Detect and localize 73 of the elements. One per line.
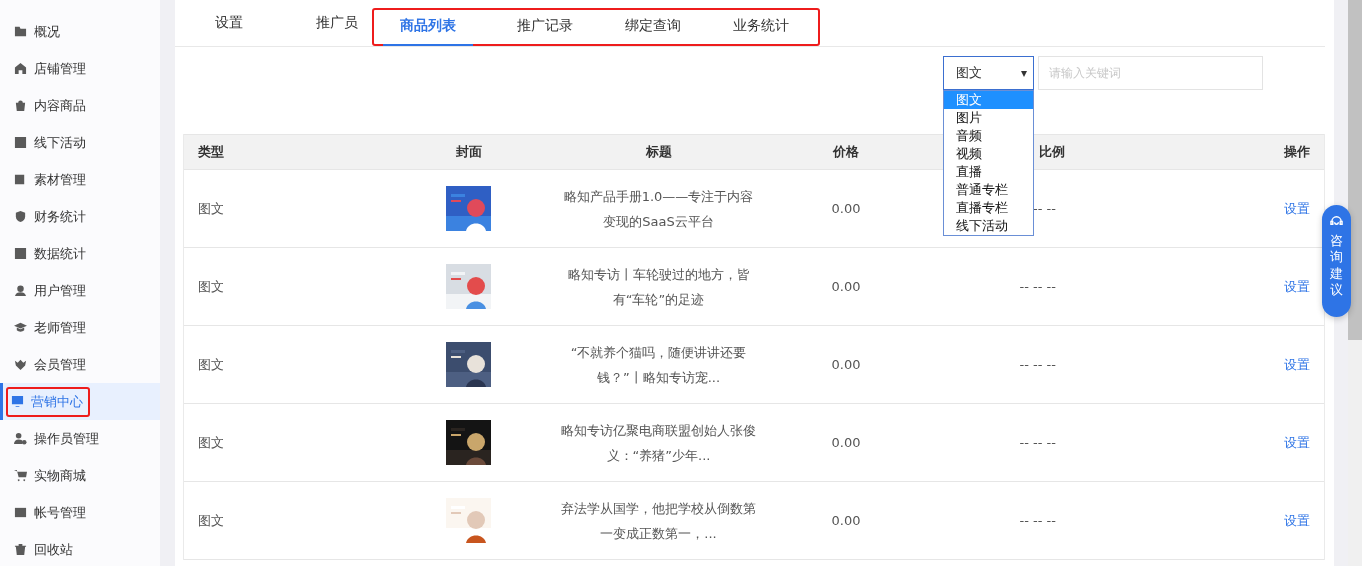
folder-icon xyxy=(14,25,27,38)
settings-link[interactable]: 设置 xyxy=(1284,278,1310,294)
monitor-icon xyxy=(11,395,24,408)
sidebar-item[interactable]: 实物商城 xyxy=(0,457,160,494)
sidebar-item[interactable]: 数据统计 xyxy=(0,235,160,272)
table-cell: -- -- -- xyxy=(1019,435,1056,450)
dropdown-option[interactable]: 图片 xyxy=(944,109,1033,127)
tab[interactable]: 业务统计 xyxy=(707,8,815,44)
cart-icon xyxy=(14,469,27,482)
table-cell: -- -- -- xyxy=(1019,513,1056,528)
settings-link[interactable]: 设置 xyxy=(1284,512,1310,528)
shield-icon xyxy=(14,210,27,223)
house-icon xyxy=(14,62,27,75)
sidebar-item[interactable]: 用户管理 xyxy=(0,272,160,309)
tab[interactable]: 设置 xyxy=(175,0,283,46)
dropdown-option[interactable]: 音频 xyxy=(944,127,1033,145)
table-cell-text: 图文 xyxy=(197,433,225,452)
column-header: 价格 xyxy=(833,144,859,159)
settings-link[interactable]: 设置 xyxy=(1284,200,1310,216)
dropdown-option[interactable]: 视频 xyxy=(944,145,1033,163)
table-cell: -- -- -- xyxy=(1019,279,1056,294)
column-header: 操作 xyxy=(1284,144,1310,159)
table-cell-text: 0.00 xyxy=(830,513,862,528)
scrollbar-thumb[interactable] xyxy=(1348,0,1362,340)
bag-icon xyxy=(14,99,27,112)
table-cell-text: 略知专访亿聚电商联盟创始人张俊义：“养猪”少年... xyxy=(560,421,757,465)
sidebar-item[interactable]: 线下活动 xyxy=(0,124,160,161)
sidebar-item[interactable]: 老师管理 xyxy=(0,309,160,346)
table-cell-text: 图文 xyxy=(197,355,225,374)
settings-link[interactable]: 设置 xyxy=(1284,356,1310,372)
sidebar-item[interactable]: 营销中心 xyxy=(0,383,160,420)
user-icon xyxy=(14,284,27,297)
usergear-icon xyxy=(14,432,27,445)
table-cell-text: 图文 xyxy=(197,511,225,530)
tab[interactable]: 商品列表 xyxy=(383,8,473,46)
crown-icon xyxy=(14,358,27,371)
tab[interactable]: 推广记录 xyxy=(491,8,599,44)
tab[interactable]: 绑定查询 xyxy=(599,8,707,44)
sidebar-item[interactable]: 回收站 xyxy=(0,531,160,566)
dropdown-option[interactable]: 直播 xyxy=(944,163,1033,181)
type-select[interactable]: 图文 ▾ xyxy=(943,56,1034,90)
table-cell-text: 0.00 xyxy=(830,357,862,372)
trash-icon xyxy=(14,543,27,556)
column-header: 封面 xyxy=(455,144,482,159)
table-cell-text: 略知产品手册1.0——专注于内容变现的SaaS云平台 xyxy=(562,187,755,231)
table-cell: -- -- -- xyxy=(1019,357,1056,372)
headset-icon xyxy=(1330,214,1343,227)
table-cell-text: “不就养个猫吗，随便讲讲还要钱？”丨略知专访宠... xyxy=(569,343,748,387)
dropdown-option[interactable]: 普通专栏 xyxy=(944,181,1033,199)
table-cell-text: 弃法学从国学，他把学校从倒数第一变成正数第一，... xyxy=(560,499,757,543)
settings-link[interactable]: 设置 xyxy=(1284,434,1310,450)
cap-icon xyxy=(14,321,27,334)
feedback-button[interactable]: 咨询建议 xyxy=(1322,205,1351,317)
table-cell-text: 图文 xyxy=(197,277,225,296)
table-cell-text: 0.00 xyxy=(830,279,862,294)
column-header: 类型 xyxy=(198,144,224,159)
dropdown-option[interactable]: 线下活动 xyxy=(944,217,1033,235)
column-header: 比例 xyxy=(1039,144,1065,159)
sidebar-item[interactable]: 内容商品 xyxy=(0,87,160,124)
table-cell-text: 略知专访丨车轮驶过的地方，皆有“车轮”的足迹 xyxy=(566,265,751,309)
table-cell-text: 0.00 xyxy=(830,201,862,216)
sidebar-item[interactable]: 操作员管理 xyxy=(0,420,160,457)
sidebar-item[interactable]: 店铺管理 xyxy=(0,50,160,87)
sidebar-item[interactable]: 素材管理 xyxy=(0,161,160,198)
sidebar-item[interactable]: 会员管理 xyxy=(0,346,160,383)
table-cell: -- -- xyxy=(1033,201,1056,216)
sidebar-item[interactable]: 财务统计 xyxy=(0,198,160,235)
dropdown-option[interactable]: 直播专栏 xyxy=(944,199,1033,217)
sidebar-item[interactable]: 概况 xyxy=(0,13,160,50)
column-header: 标题 xyxy=(645,144,672,159)
sidebar-item[interactable]: 帐号管理 xyxy=(0,494,160,531)
table-cell-text: 0.00 xyxy=(830,435,862,450)
table-cell-text: 图文 xyxy=(197,199,225,218)
